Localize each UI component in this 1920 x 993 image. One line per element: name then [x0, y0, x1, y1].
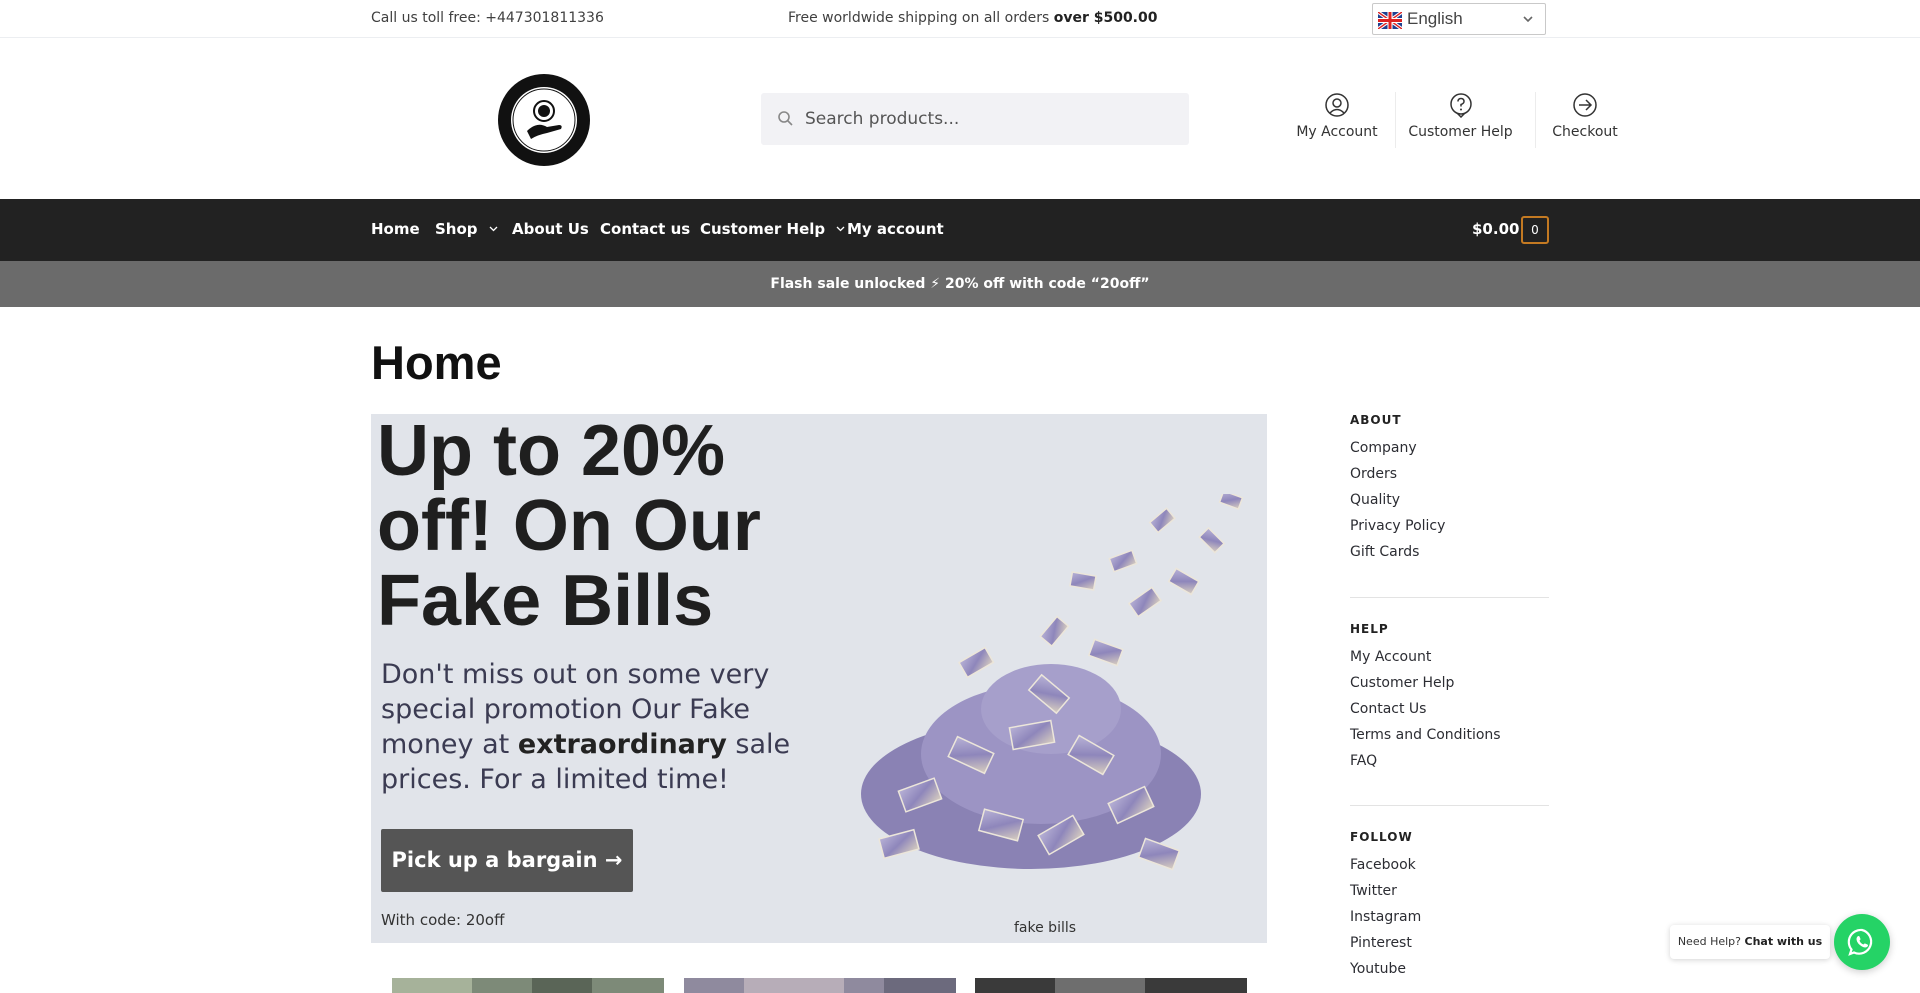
whatsapp-icon	[1847, 928, 1873, 956]
promo-code-text: With code: 20off	[381, 911, 505, 929]
product-thumbnail[interactable]	[392, 978, 664, 993]
checkout-arrow-icon	[1573, 93, 1597, 117]
pick-up-bargain-button[interactable]: Pick up a bargain →	[381, 829, 633, 892]
header-checkout-link[interactable]: Checkout	[1543, 92, 1627, 148]
sidebar-link-faq[interactable]: FAQ	[1350, 748, 1549, 774]
sidebar-help-section: HELP My Account Customer Help Contact Us…	[1350, 622, 1549, 774]
sidebar-link-contact-us[interactable]: Contact Us	[1350, 696, 1549, 722]
sidebar-section-title: ABOUT	[1350, 413, 1402, 427]
hero-paragraph: Don't miss out on some very special prom…	[381, 657, 801, 797]
page-title: Home	[371, 336, 502, 389]
whatsapp-tooltip-cta: Chat with us	[1744, 935, 1823, 948]
sidebar-divider	[1350, 805, 1549, 806]
sidebar-section-title: HELP	[1350, 622, 1389, 636]
sidebar-link-youtube[interactable]: Youtube	[1350, 956, 1549, 982]
hero-paragraph-emphasis: extraordinary	[517, 729, 727, 760]
sidebar-section-title: FOLLOW	[1350, 830, 1413, 844]
sidebar-link-orders[interactable]: Orders	[1350, 461, 1549, 487]
whatsapp-chat-button[interactable]	[1834, 914, 1890, 970]
whatsapp-tooltip-text: Need Help?	[1677, 935, 1741, 948]
sidebar-link-instagram[interactable]: Instagram	[1350, 904, 1549, 930]
sidebar-link-privacy-policy[interactable]: Privacy Policy	[1350, 513, 1549, 539]
hero-heading: Up to 20% off! On Our Fake Bills	[377, 414, 761, 641]
sidebar-divider	[1350, 597, 1549, 598]
sidebar-link-facebook[interactable]: Facebook	[1350, 852, 1549, 878]
whatsapp-tooltip[interactable]: Need Help? Chat with us	[1670, 925, 1830, 959]
header-link-label: Checkout	[1552, 124, 1618, 140]
sidebar-follow-section: FOLLOW Facebook Twitter Instagram Pinter…	[1350, 830, 1549, 982]
sidebar-link-quality[interactable]: Quality	[1350, 487, 1549, 513]
main-content: Home Up to 20% off! On Our Fake Bills Do…	[371, 0, 1549, 993]
money-pile-image	[861, 494, 1244, 871]
sidebar-link-terms[interactable]: Terms and Conditions	[1350, 722, 1549, 748]
sidebar-link-company[interactable]: Company	[1350, 435, 1549, 461]
sidebar-link-gift-cards[interactable]: Gift Cards	[1350, 539, 1549, 565]
sidebar-link-pinterest[interactable]: Pinterest	[1350, 930, 1549, 956]
image-caption: fake bills	[1014, 920, 1077, 936]
product-thumbnail[interactable]	[975, 978, 1247, 993]
product-thumbnail[interactable]	[684, 978, 956, 993]
sidebar-about-section: ABOUT Company Orders Quality Privacy Pol…	[1350, 413, 1549, 565]
hero-banner: Up to 20% off! On Our Fake Bills Don't m…	[371, 414, 1267, 943]
sidebar-link-twitter[interactable]: Twitter	[1350, 878, 1549, 904]
sidebar-link-my-account[interactable]: My Account	[1350, 644, 1549, 670]
sidebar-link-customer-help[interactable]: Customer Help	[1350, 670, 1549, 696]
